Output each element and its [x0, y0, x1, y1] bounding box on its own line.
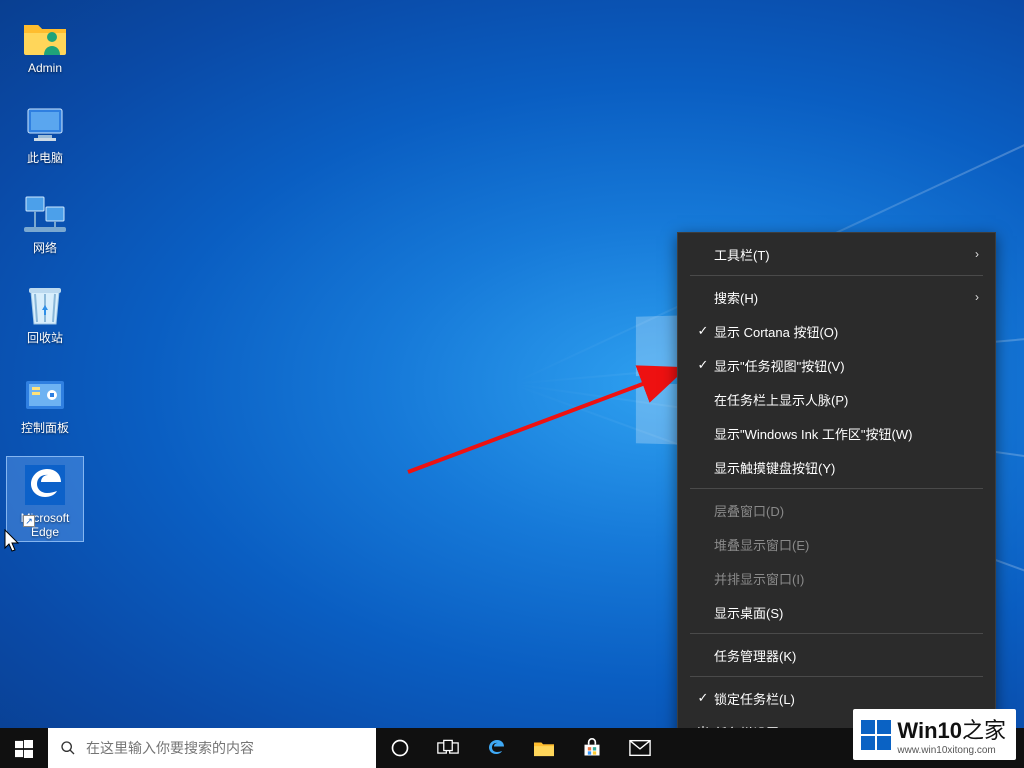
- control-panel-icon: [21, 371, 69, 419]
- file-explorer-icon: [533, 738, 555, 758]
- menu-show-touch-keyboard[interactable]: 显示触摸键盘按钮(Y): [678, 450, 995, 484]
- menu-show-people[interactable]: 在任务栏上显示人脉(P): [678, 382, 995, 416]
- menu-show-taskview[interactable]: ✓显示"任务视图"按钮(V): [678, 348, 995, 382]
- windows-logo-icon: [861, 720, 891, 750]
- desktop-icons: Admin 此电脑 网络: [6, 6, 96, 560]
- edge-icon: [21, 461, 69, 509]
- menu-show-ink[interactable]: 显示"Windows Ink 工作区"按钮(W): [678, 416, 995, 450]
- icon-label: 回收站: [27, 331, 63, 345]
- search-input[interactable]: [86, 740, 368, 756]
- mail-icon: [629, 739, 651, 757]
- desktop-icon-recycle-bin[interactable]: 回收站: [6, 276, 84, 348]
- taskbar-search[interactable]: [48, 728, 376, 768]
- menu-show-cortana[interactable]: ✓显示 Cortana 按钮(O): [678, 314, 995, 348]
- desktop-icon-control-panel[interactable]: 控制面板: [6, 366, 84, 438]
- icon-label: Microsoft Edge: [9, 511, 81, 539]
- icon-label: 网络: [33, 241, 57, 255]
- taskbar-context-menu: 工具栏(T)› 搜索(H)› ✓显示 Cortana 按钮(O) ✓显示"任务视…: [677, 232, 996, 756]
- check-icon: ✓: [692, 690, 714, 706]
- check-icon: ✓: [692, 323, 714, 339]
- desktop-icon-edge[interactable]: ↗ Microsoft Edge: [6, 456, 84, 542]
- menu-show-desktop[interactable]: 显示桌面(S): [678, 595, 995, 629]
- user-folder-icon: [21, 11, 69, 59]
- task-view-button[interactable]: [424, 728, 472, 768]
- icon-label: 控制面板: [21, 421, 69, 435]
- cortana-button[interactable]: [376, 728, 424, 768]
- edge-icon: [485, 737, 507, 759]
- desktop-icon-admin[interactable]: Admin: [6, 6, 84, 78]
- menu-sidebyside-windows: 并排显示窗口(I): [678, 561, 995, 595]
- taskbar-app-store[interactable]: [568, 728, 616, 768]
- menu-separator: [690, 488, 983, 489]
- menu-search[interactable]: 搜索(H)›: [678, 280, 995, 314]
- windows-logo-icon: [15, 740, 33, 758]
- menu-cascade-windows: 层叠窗口(D): [678, 493, 995, 527]
- menu-separator: [690, 633, 983, 634]
- menu-separator: [690, 676, 983, 677]
- chevron-right-icon: ›: [975, 247, 979, 261]
- menu-task-manager[interactable]: 任务管理器(K): [678, 638, 995, 672]
- taskbar-app-edge[interactable]: [472, 728, 520, 768]
- watermark-brand: Win10之家 www.win10xitong.com: [853, 709, 1016, 760]
- check-icon: ✓: [692, 357, 714, 373]
- this-pc-icon: [21, 101, 69, 149]
- task-view-icon: [437, 739, 459, 757]
- icon-label: 此电脑: [27, 151, 63, 165]
- menu-toolbars[interactable]: 工具栏(T)›: [678, 237, 995, 271]
- store-icon: [582, 738, 602, 758]
- menu-stacked-windows: 堆叠显示窗口(E): [678, 527, 995, 561]
- taskbar-app-explorer[interactable]: [520, 728, 568, 768]
- network-icon: [21, 191, 69, 239]
- menu-separator: [690, 275, 983, 276]
- shortcut-overlay-icon: ↗: [23, 515, 35, 527]
- recycle-bin-icon: [21, 281, 69, 329]
- taskbar-app-mail[interactable]: [616, 728, 664, 768]
- desktop-icon-this-pc[interactable]: 此电脑: [6, 96, 84, 168]
- desktop-icon-network[interactable]: 网络: [6, 186, 84, 258]
- cortana-icon: [390, 738, 410, 758]
- start-button[interactable]: [0, 728, 48, 768]
- icon-label: Admin: [28, 61, 62, 75]
- search-icon: [60, 740, 76, 756]
- chevron-right-icon: ›: [975, 290, 979, 304]
